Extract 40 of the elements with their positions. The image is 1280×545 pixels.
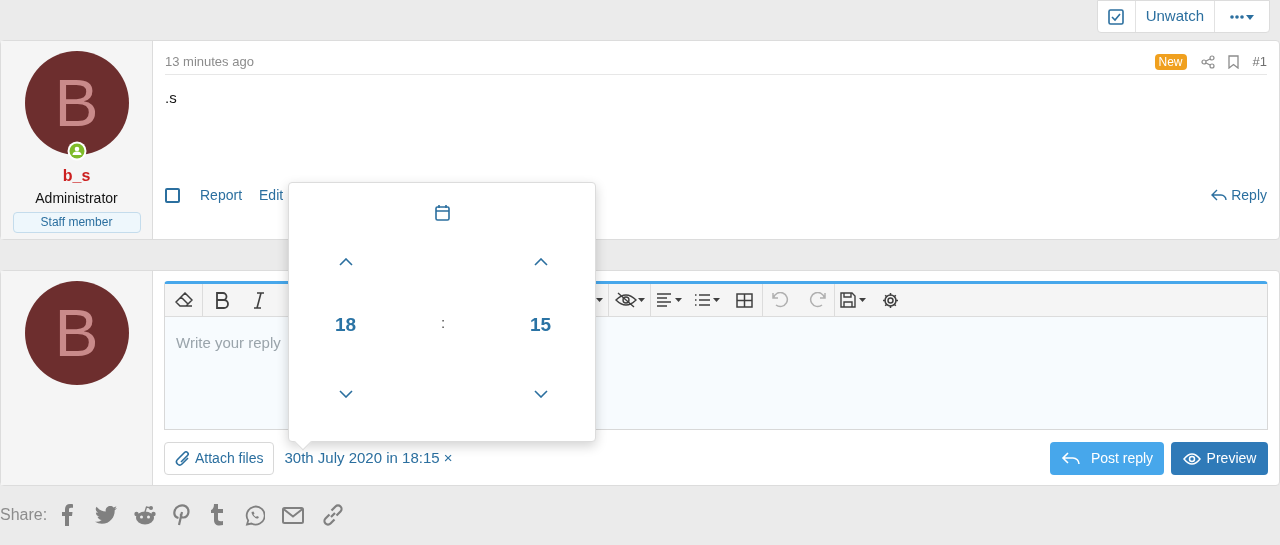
post-time[interactable]: 13 minutes ago bbox=[165, 45, 1155, 72]
alien-icon[interactable] bbox=[134, 505, 157, 525]
eye-icon bbox=[1182, 452, 1201, 465]
schedule-link[interactable]: 30th July 2020 in 18:15 × bbox=[284, 447, 453, 470]
preview-button[interactable]: Preview bbox=[1171, 442, 1268, 475]
bookmark-icon[interactable] bbox=[1227, 54, 1239, 69]
new-label: New bbox=[1154, 53, 1187, 70]
reply-link[interactable]: Reply bbox=[1211, 184, 1267, 206]
time-separator: : bbox=[439, 313, 447, 333]
calendar-icon[interactable] bbox=[434, 204, 450, 221]
dots-caret-icon bbox=[1229, 12, 1255, 21]
share-label: Share: bbox=[0, 505, 48, 525]
bird-icon[interactable] bbox=[95, 506, 118, 524]
t-letter-icon[interactable] bbox=[210, 504, 225, 526]
chevron-down-icon[interactable] bbox=[533, 389, 548, 398]
reply-arrow-icon bbox=[1060, 450, 1081, 467]
paperclip-icon bbox=[175, 450, 191, 467]
staff-badge: Staff member bbox=[12, 212, 141, 233]
post-body: .s bbox=[165, 88, 178, 108]
avatar[interactable]: B bbox=[24, 51, 129, 155]
chevron-up-icon[interactable] bbox=[338, 258, 353, 266]
select-checkbox[interactable] bbox=[165, 187, 180, 203]
username[interactable]: b_s bbox=[62, 167, 91, 185]
facebook-icon[interactable] bbox=[61, 504, 74, 526]
post-number[interactable]: #1 bbox=[1252, 45, 1267, 72]
share-icon[interactable] bbox=[1200, 54, 1215, 69]
chat-bubble-icon[interactable] bbox=[244, 504, 266, 526]
post-action-link[interactable]: Edit bbox=[259, 184, 284, 206]
pin-letter-icon[interactable] bbox=[173, 504, 191, 526]
mail-icon[interactable] bbox=[282, 506, 305, 524]
user-title: Administrator bbox=[35, 189, 118, 208]
minute-value[interactable]: 15 bbox=[484, 311, 597, 340]
attach-files-button[interactable]: Attach files bbox=[164, 442, 275, 475]
reply-arrow-icon bbox=[1211, 188, 1229, 202]
avatar[interactable]: B bbox=[24, 281, 129, 385]
post-action-link[interactable]: Report bbox=[200, 184, 243, 206]
chevron-up-icon[interactable] bbox=[533, 258, 548, 266]
link-icon[interactable] bbox=[322, 504, 345, 526]
post-reply-button[interactable]: Post reply bbox=[1050, 442, 1164, 475]
chevron-down-icon[interactable] bbox=[338, 389, 353, 398]
